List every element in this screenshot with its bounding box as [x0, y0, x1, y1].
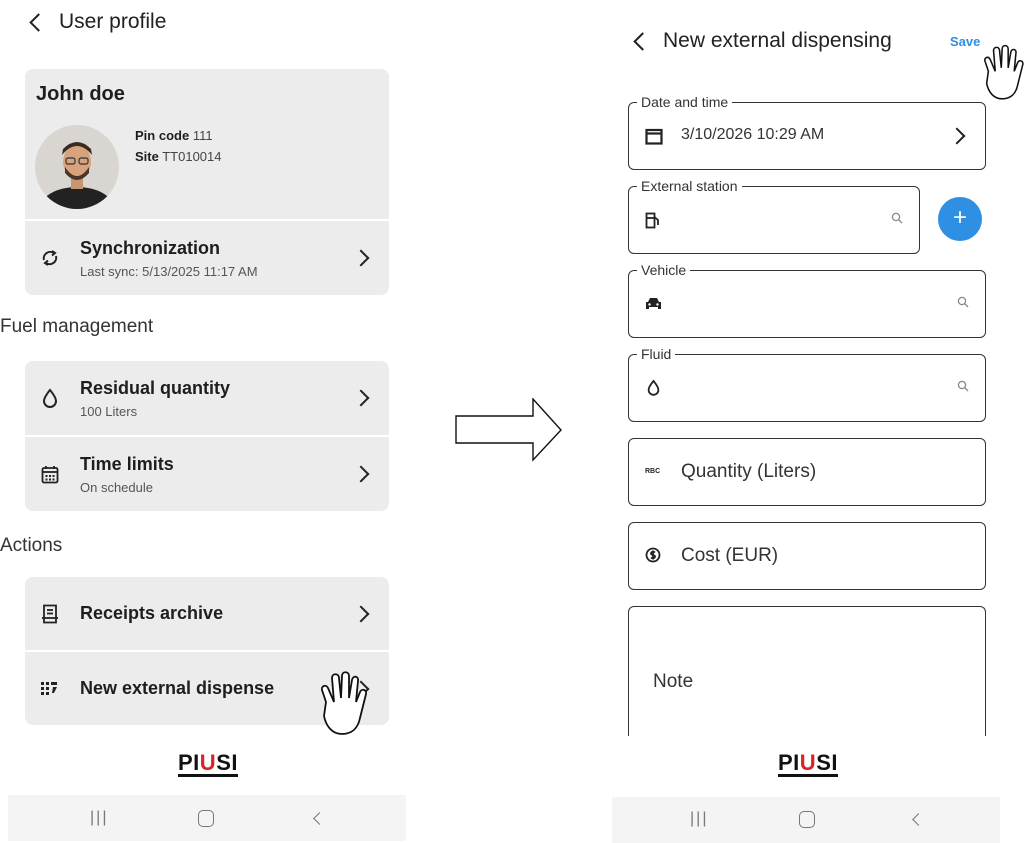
note-placeholder: Note	[653, 671, 694, 692]
back-nav-icon[interactable]	[912, 813, 925, 826]
residual-quantity-row[interactable]: Residual quantity 100 Liters	[25, 361, 389, 435]
cost-field[interactable]: Cost (EUR)	[628, 522, 986, 590]
chevron-right-icon	[352, 465, 370, 483]
back-nav-icon[interactable]	[313, 812, 326, 825]
receipt-icon	[39, 604, 61, 624]
sync-subtitle: Last sync: 5/13/2025 11:17 AM	[80, 263, 258, 279]
chevron-right-icon	[352, 389, 370, 407]
user-card: John doe Pin code 111 Site TT010014	[25, 69, 389, 219]
back-icon[interactable]	[29, 12, 48, 32]
flow-arrow-icon	[455, 397, 565, 467]
search-icon	[891, 211, 903, 229]
home-icon[interactable]	[799, 811, 815, 828]
piusi-logo: PIUSI	[178, 750, 238, 777]
page-title: New external dispensing	[663, 29, 892, 52]
android-nav-bar: |||	[8, 795, 406, 841]
add-station-button[interactable]: +	[938, 197, 982, 241]
quantity-placeholder: Quantity (Liters)	[681, 461, 817, 482]
note-field[interactable]: Note	[628, 606, 986, 747]
left-header: User profile	[29, 10, 167, 34]
pin-code: Pin code 111	[135, 128, 213, 143]
drop-icon	[647, 379, 660, 401]
date-time-label: Date and time	[637, 94, 733, 110]
vehicle-label: Vehicle	[637, 262, 691, 278]
cost-placeholder: Cost (EUR)	[681, 545, 779, 566]
hand-cursor-icon	[312, 668, 374, 745]
sync-icon	[39, 248, 61, 268]
car-icon	[645, 297, 662, 316]
receipts-title: Receipts archive	[80, 603, 224, 623]
synchronization-row[interactable]: Synchronization Last sync: 5/13/2025 11:…	[25, 221, 389, 295]
search-icon	[957, 295, 969, 313]
user-name: John doe	[36, 83, 125, 105]
date-time-value: 3/10/2026 10:29 AM	[681, 126, 825, 143]
time-limits-row[interactable]: Time limits On schedule	[25, 437, 389, 511]
sync-title: Synchronization	[80, 237, 221, 258]
chevron-right-icon	[352, 605, 370, 622]
external-station-field[interactable]: External station	[628, 178, 920, 254]
home-icon[interactable]	[198, 810, 214, 827]
back-icon[interactable]	[633, 31, 652, 51]
recents-icon[interactable]: |||	[690, 810, 708, 828]
dialpad-icon	[39, 681, 61, 697]
vehicle-field[interactable]: Vehicle	[628, 262, 986, 338]
piusi-logo: PIUSI	[778, 750, 838, 777]
time-limits-subtitle: On schedule	[80, 479, 153, 495]
fluid-field[interactable]: Fluid	[628, 346, 986, 422]
date-time-field[interactable]: Date and time 3/10/2026 10:29 AM	[628, 94, 986, 170]
android-nav-bar: |||	[612, 797, 1000, 843]
avatar	[35, 125, 119, 209]
drop-icon	[39, 388, 61, 408]
time-limits-title: Time limits	[80, 453, 174, 474]
residual-subtitle: 100 Liters	[80, 403, 138, 419]
external-station-label: External station	[637, 178, 742, 194]
fluid-label: Fluid	[637, 346, 676, 362]
chevron-right-icon	[948, 127, 966, 145]
actions-heading: Actions	[0, 535, 63, 556]
search-icon	[957, 379, 969, 397]
site: Site TT010014	[135, 149, 222, 164]
fuel-management-heading: Fuel management	[0, 316, 154, 337]
currency-icon	[645, 547, 661, 568]
hand-cursor-icon	[974, 42, 1028, 109]
abc-icon: RBC	[645, 468, 661, 475]
receipts-archive-row[interactable]: Receipts archive	[25, 577, 389, 650]
fuel-pump-icon	[645, 212, 661, 234]
calendar-icon	[39, 465, 61, 484]
quantity-field[interactable]: RBC Quantity (Liters)	[628, 438, 986, 506]
recents-icon[interactable]: |||	[90, 809, 108, 827]
right-header: New external dispensing	[633, 29, 892, 53]
chevron-right-icon	[352, 249, 370, 267]
calendar-icon	[645, 128, 663, 150]
page-title: User profile	[59, 10, 167, 33]
residual-title: Residual quantity	[80, 377, 231, 398]
